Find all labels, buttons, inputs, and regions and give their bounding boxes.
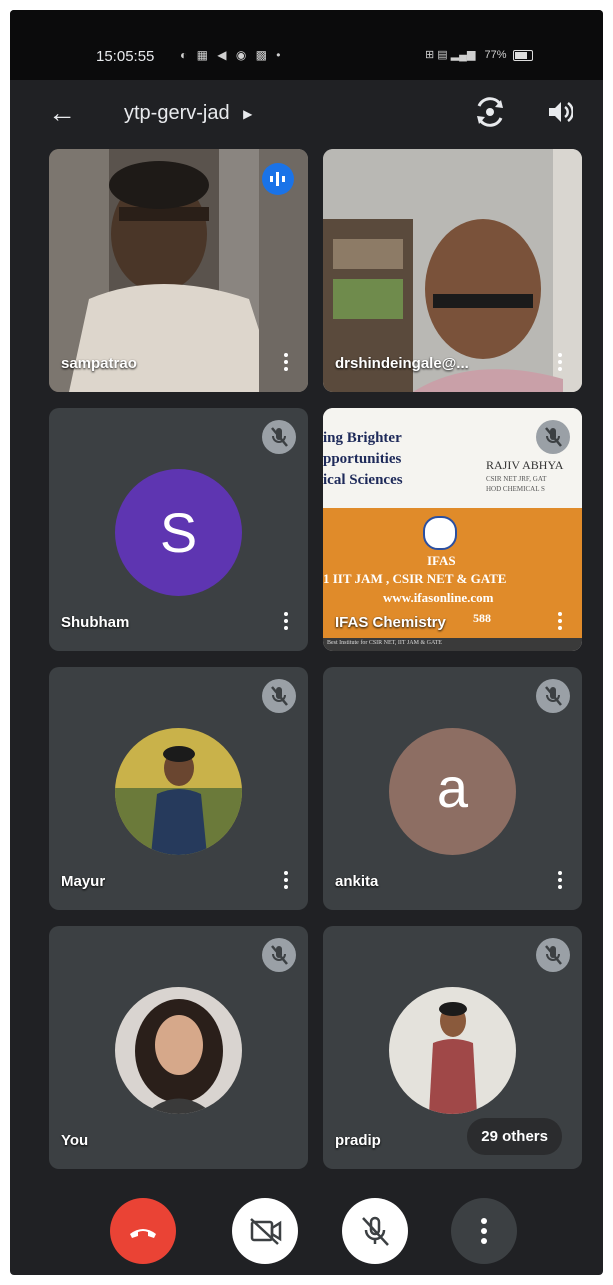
participant-name: pradip <box>335 1132 381 1149</box>
slide-heading-1: ing Brighter <box>323 430 402 446</box>
slide-teacher-sub2: HOD CHEMICAL S <box>486 485 545 493</box>
participant-name: ankita <box>335 873 379 890</box>
participant-tile-shubham[interactable]: S Shubham <box>49 408 308 651</box>
more-options-button[interactable] <box>451 1198 517 1264</box>
mic-off-icon <box>362 1216 389 1246</box>
participant-tile-ankita[interactable]: a ankita <box>323 667 582 910</box>
mic-off-icon <box>262 420 296 454</box>
participant-name: IFAS Chemistry <box>335 614 446 631</box>
participant-tile-mayur[interactable]: Mayur <box>49 667 308 910</box>
participant-tile-ifas-chemistry[interactable]: ing Brighter pportunities ical Sciences … <box>323 408 582 651</box>
chevron-right-icon: ▶ <box>243 106 253 121</box>
hang-up-button[interactable] <box>110 1198 176 1264</box>
slide-heading-3: ical Sciences <box>323 472 403 488</box>
avatar: a <box>389 728 516 855</box>
slide-number: 588 <box>473 611 491 625</box>
more-options-icon[interactable] <box>554 350 566 378</box>
mic-off-icon <box>536 679 570 713</box>
wifi-icon: ⊞ ▤ ▂▄▆ <box>425 49 476 61</box>
status-bar: 15:05:55 ◐ ▦ ◀ ◉ ▩ • ⊞ ▤ ▂▄▆ 77% <box>10 10 603 80</box>
mic-toggle-button[interactable] <box>342 1198 408 1264</box>
speaker-icon[interactable] <box>545 98 573 126</box>
participant-name: sampatrao <box>61 355 137 372</box>
participant-tile-pradip[interactable]: pradip 29 others <box>323 926 582 1169</box>
participant-name: Mayur <box>61 873 106 890</box>
slide-tagline: 1 IIT JAM , CSIR NET & GATE <box>323 571 507 586</box>
battery-icon <box>512 49 533 61</box>
battery-percent: 77% <box>484 49 507 61</box>
participant-name: Shubham <box>61 614 130 631</box>
speaking-indicator-icon <box>262 163 294 195</box>
more-options-icon[interactable] <box>554 609 566 637</box>
hang-up-icon <box>130 1229 156 1238</box>
slide-url: www.ifasonline.com <box>383 590 494 605</box>
camera-toggle-button[interactable] <box>232 1198 298 1264</box>
meeting-code: ytp-gerv-jad <box>124 102 230 124</box>
slide-teacher-sub1: CSIR NET JRF, GAT <box>486 475 547 483</box>
others-count-chip[interactable]: 29 others <box>467 1118 562 1155</box>
slide-heading-2: pportunities <box>323 451 402 467</box>
more-vert-icon <box>481 1218 487 1244</box>
participant-name: You <box>61 1132 89 1149</box>
mic-off-icon <box>536 420 570 454</box>
avatar <box>389 987 516 1114</box>
notification-icons: ◐ ▦ ◀ ◉ ▩ • <box>180 48 284 62</box>
participant-tile-drshinde[interactable]: drshindeingale@... <box>323 149 582 392</box>
avatar-initial: a <box>436 756 469 819</box>
ifas-logo-icon <box>423 516 457 550</box>
switch-camera-icon[interactable] <box>474 96 506 128</box>
more-options-icon[interactable] <box>280 350 292 378</box>
meeting-code-button[interactable]: ytp-gerv-jad ▶ <box>124 102 252 125</box>
participant-tile-you[interactable]: You <box>49 926 308 1169</box>
participant-name: drshindeingale@... <box>335 355 469 372</box>
avatar <box>115 728 242 855</box>
back-arrow-icon[interactable]: ← <box>44 95 80 131</box>
avatar: S <box>115 469 242 596</box>
video-off-icon <box>250 1218 282 1245</box>
signal-icons: ⊞ ▤ ▂▄▆ 77% <box>425 48 533 61</box>
mic-off-icon <box>262 679 296 713</box>
more-options-icon[interactable] <box>280 609 292 637</box>
slide-footer: Best Institute for CSIR NET, IIT JAM & G… <box>327 640 442 646</box>
slide-teacher-name: RAJIV ABHYA <box>486 458 564 472</box>
status-time: 15:05:55 <box>96 48 155 65</box>
more-options-icon[interactable] <box>280 868 292 896</box>
mic-off-icon <box>536 938 570 972</box>
avatar <box>115 987 242 1114</box>
call-header: ← ytp-gerv-jad ▶ <box>10 80 603 150</box>
meet-call-screen: 15:05:55 ◐ ▦ ◀ ◉ ▩ • ⊞ ▤ ▂▄▆ 77% ← ytp-g… <box>10 10 603 1275</box>
slide-brand: IFAS <box>427 553 456 568</box>
avatar-initial: S <box>159 501 198 564</box>
more-options-icon[interactable] <box>554 868 566 896</box>
mic-off-icon <box>262 938 296 972</box>
participant-tile-sampatrao[interactable]: sampatrao <box>49 149 308 392</box>
